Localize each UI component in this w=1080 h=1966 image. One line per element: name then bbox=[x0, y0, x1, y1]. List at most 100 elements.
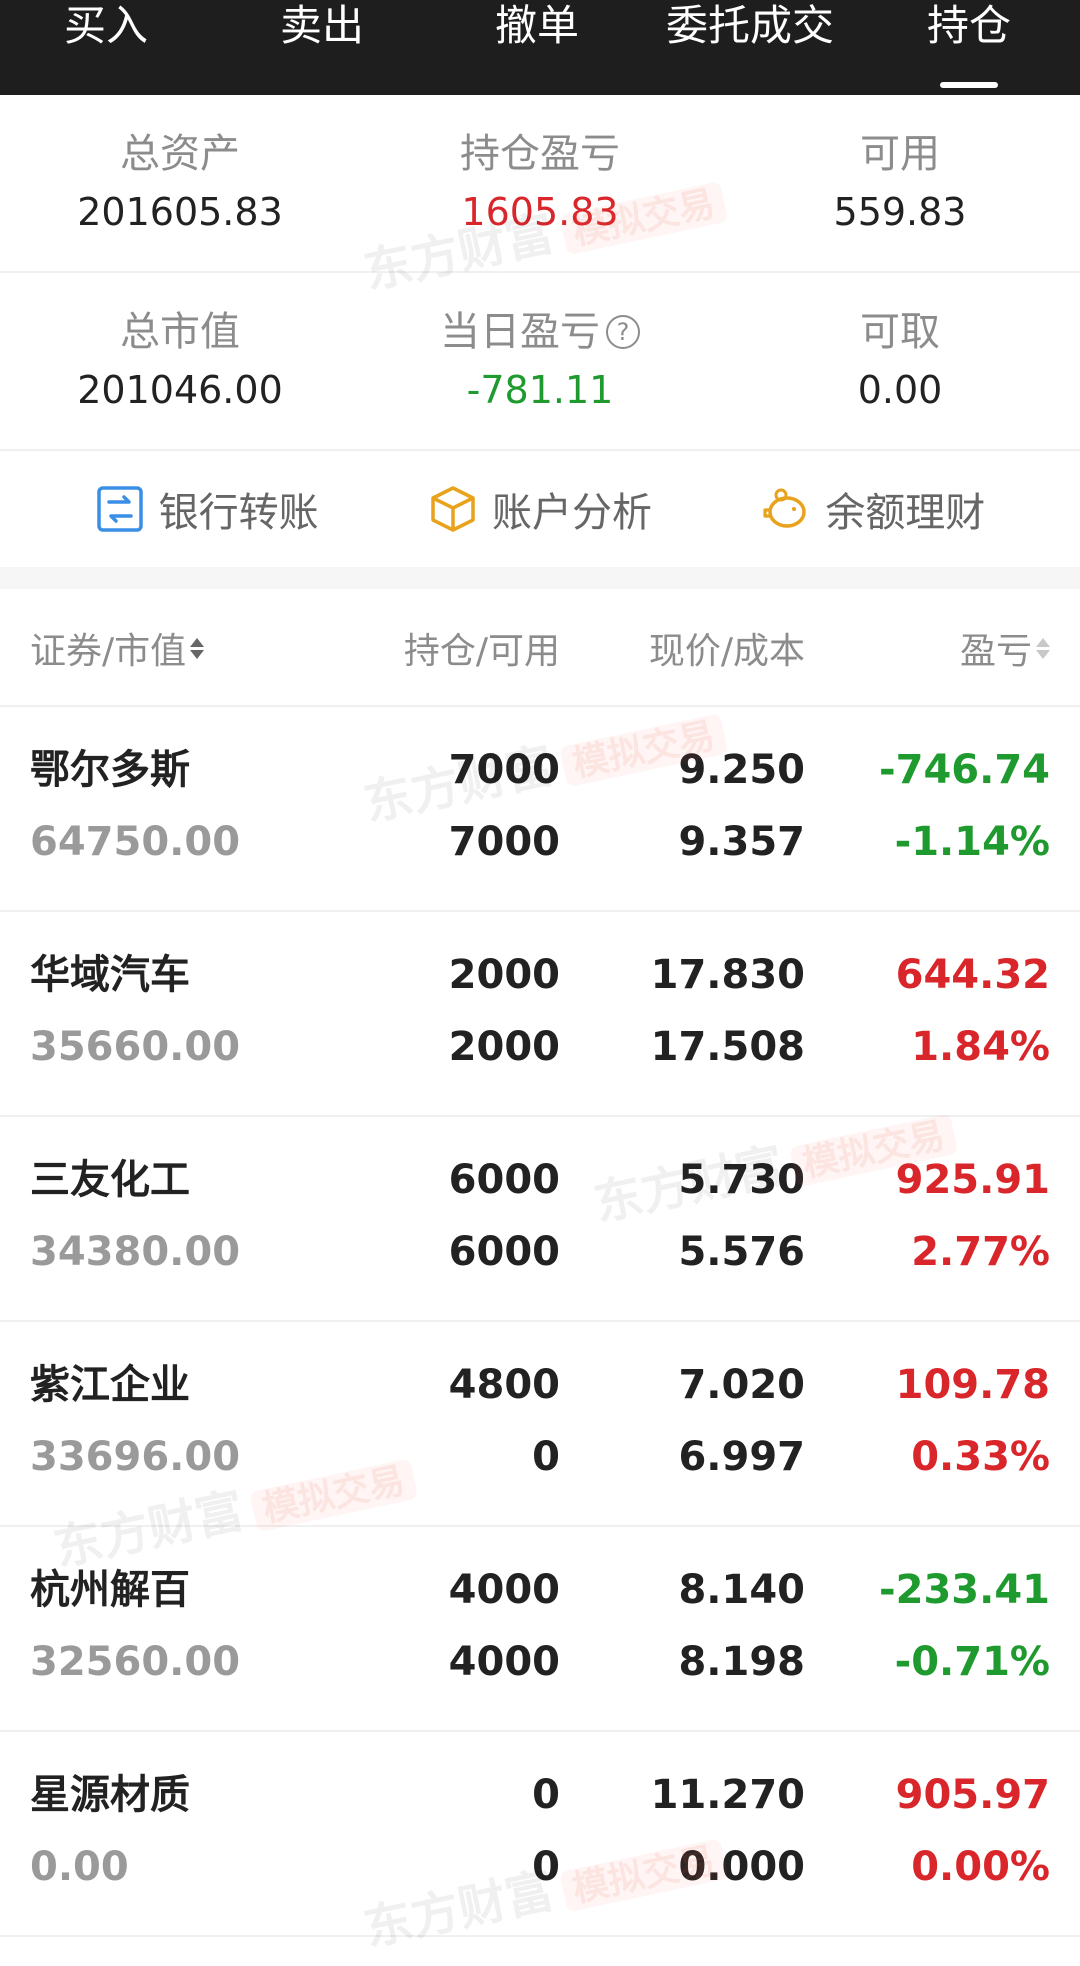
profit-loss: 905.97 bbox=[895, 1772, 1050, 1818]
stock-name: 紫江企业 bbox=[30, 1362, 190, 1408]
positions-list: 鄂尔多斯 64750.00 7000 7000 9.250 9.357 -746… bbox=[0, 707, 1080, 1957]
current-price: 17.830 bbox=[650, 952, 805, 998]
profit-loss: -233.41 bbox=[879, 1567, 1050, 1613]
positions-table-header: 证券/市值 持仓/可用 现价/成本 盈亏 bbox=[0, 589, 1080, 707]
cost-price: 0.000 bbox=[678, 1844, 805, 1890]
stock-market-value: 64750.00 bbox=[30, 819, 241, 865]
available-qty: 6000 bbox=[448, 1229, 560, 1275]
available-funds: 可用 559.83 bbox=[720, 95, 1080, 271]
stock-market-value: 0.00 bbox=[30, 1844, 129, 1890]
account-analysis-label: 账户分析 bbox=[491, 490, 652, 536]
market-value-value: 201046.00 bbox=[77, 368, 283, 412]
profit-loss: 644.32 bbox=[895, 952, 1050, 998]
current-price: 5.730 bbox=[678, 1157, 805, 1203]
stock-market-value: 35660.00 bbox=[30, 1024, 241, 1070]
stock-market-value: 32560.00 bbox=[30, 1639, 241, 1685]
stock-market-value: 34380.00 bbox=[30, 1229, 241, 1275]
table-row[interactable]: 杭州解百 32560.00 4000 4000 8.140 8.198 -233… bbox=[0, 1527, 1080, 1732]
current-price: 8.140 bbox=[678, 1567, 805, 1613]
current-price: 11.270 bbox=[650, 1772, 805, 1818]
stock-name: 杭州解百 bbox=[30, 1567, 190, 1613]
tab-cancel[interactable]: 撤单 bbox=[495, 0, 579, 52]
available-qty: 0 bbox=[532, 1434, 560, 1480]
table-row[interactable]: 星源材质 0.00 0 0 11.270 0.000 905.97 0.00% … bbox=[0, 1732, 1080, 1957]
withdrawable-funds: 可取 0.00 bbox=[720, 273, 1080, 449]
summary-row-1: 总资产 201605.83 持仓盈亏 1605.83 可用 559.83 东方财… bbox=[0, 95, 1080, 300]
piggy-bank-icon bbox=[763, 488, 807, 528]
account-analysis-button[interactable]: 账户分析 bbox=[428, 480, 652, 538]
tab-sell[interactable]: 卖出 bbox=[280, 0, 364, 52]
sort-icon bbox=[190, 637, 205, 659]
position-qty: 0 bbox=[532, 1772, 560, 1818]
stock-market-value: 33696.00 bbox=[30, 1434, 241, 1480]
profit-loss: 925.91 bbox=[895, 1157, 1050, 1203]
available-qty: 7000 bbox=[448, 819, 560, 865]
header-pl-sort[interactable]: 盈亏 bbox=[960, 589, 1050, 707]
help-icon[interactable]: ? bbox=[606, 315, 640, 349]
total-assets: 总资产 201605.83 bbox=[0, 95, 360, 271]
total-assets-value: 201605.83 bbox=[77, 190, 283, 234]
total-assets-label: 总资产 bbox=[120, 131, 240, 177]
available-qty: 4000 bbox=[448, 1639, 560, 1685]
header-position: 持仓/可用 bbox=[404, 589, 560, 707]
position-qty: 6000 bbox=[448, 1157, 560, 1203]
withdrawable-value: 0.00 bbox=[857, 368, 943, 412]
stock-name: 三友化工 bbox=[30, 1157, 190, 1203]
position-pl-label: 持仓盈亏 bbox=[460, 131, 620, 177]
header-price: 现价/成本 bbox=[649, 589, 805, 707]
bank-transfer-label: 银行转账 bbox=[158, 490, 319, 536]
tab-orders-trades[interactable]: 委托成交 bbox=[666, 0, 834, 52]
header-pl: 盈亏 bbox=[959, 631, 1032, 672]
summary-row-2: 总市值 201046.00 当日盈亏 ? -781.11 可取 0.00 bbox=[0, 273, 1080, 451]
tab-buy[interactable]: 买入 bbox=[64, 0, 148, 52]
cost-price: 6.997 bbox=[678, 1434, 805, 1480]
profit-loss-pct: -1.14% bbox=[894, 819, 1050, 865]
table-row[interactable]: 紫江企业 33696.00 4800 0 7.020 6.997 109.78 … bbox=[0, 1322, 1080, 1577]
profit-loss-pct: 0.00% bbox=[911, 1844, 1050, 1890]
stock-name: 鄂尔多斯 bbox=[30, 747, 190, 793]
table-row[interactable]: 鄂尔多斯 64750.00 7000 7000 9.250 9.357 -746… bbox=[0, 707, 1080, 912]
market-value: 总市值 201046.00 bbox=[0, 273, 360, 449]
position-pl-value: 1605.83 bbox=[461, 190, 619, 234]
header-price-label: 现价/成本 bbox=[648, 631, 805, 672]
position-pl: 持仓盈亏 1605.83 bbox=[360, 95, 720, 271]
stock-name: 星源材质 bbox=[30, 1772, 190, 1818]
daily-pl-label-wrap: 当日盈亏 ? bbox=[440, 304, 640, 360]
table-row[interactable]: 三友化工 34380.00 6000 6000 5.730 5.576 925.… bbox=[0, 1113, 1080, 1322]
available-qty: 0 bbox=[532, 1844, 560, 1890]
bank-transfer-button[interactable]: 银行转账 bbox=[95, 480, 319, 538]
profit-loss-pct: -0.71% bbox=[894, 1639, 1050, 1685]
box-icon bbox=[431, 486, 475, 532]
table-row[interactable]: 华域汽车 35660.00 2000 2000 17.830 17.508 64… bbox=[0, 912, 1080, 1117]
daily-pl-value: -781.11 bbox=[466, 368, 614, 412]
cost-price: 9.357 bbox=[678, 819, 805, 865]
available-label: 可用 bbox=[860, 131, 940, 177]
position-qty: 7000 bbox=[448, 747, 560, 793]
balance-wealth-button[interactable]: 余额理财 bbox=[761, 480, 985, 538]
profit-loss-pct: 1.84% bbox=[911, 1024, 1050, 1070]
current-price: 7.020 bbox=[678, 1362, 805, 1408]
positions-screen: 买入 卖出 撤单 委托成交 持仓 总资产 201605.83 持仓盈亏 1605… bbox=[0, 0, 1080, 1966]
available-qty: 2000 bbox=[448, 1024, 560, 1070]
profit-loss: 109.78 bbox=[895, 1362, 1050, 1408]
tab-positions[interactable]: 持仓 bbox=[927, 0, 1011, 52]
market-value-label: 总市值 bbox=[120, 309, 240, 355]
stock-name: 华域汽车 bbox=[30, 952, 190, 998]
header-security-sort[interactable]: 证券/市值 bbox=[30, 589, 205, 707]
balance-wealth-label: 余额理财 bbox=[825, 490, 986, 536]
profit-loss: -746.74 bbox=[879, 747, 1050, 793]
withdrawable-label: 可取 bbox=[860, 309, 940, 355]
sort-icon bbox=[1036, 637, 1050, 659]
daily-pl: 当日盈亏 ? -781.11 bbox=[360, 273, 720, 449]
position-qty: 2000 bbox=[448, 952, 560, 998]
cost-price: 17.508 bbox=[650, 1024, 805, 1070]
profit-loss-pct: 2.77% bbox=[911, 1229, 1050, 1275]
current-price: 9.250 bbox=[678, 747, 805, 793]
bank-transfer-icon bbox=[96, 486, 143, 532]
cost-price: 5.576 bbox=[678, 1229, 805, 1275]
daily-pl-label: 当日盈亏 bbox=[440, 309, 600, 355]
position-qty: 4800 bbox=[448, 1362, 560, 1408]
available-value: 559.83 bbox=[833, 190, 967, 234]
cost-price: 8.198 bbox=[678, 1639, 805, 1685]
header-position-label: 持仓/可用 bbox=[403, 631, 560, 672]
